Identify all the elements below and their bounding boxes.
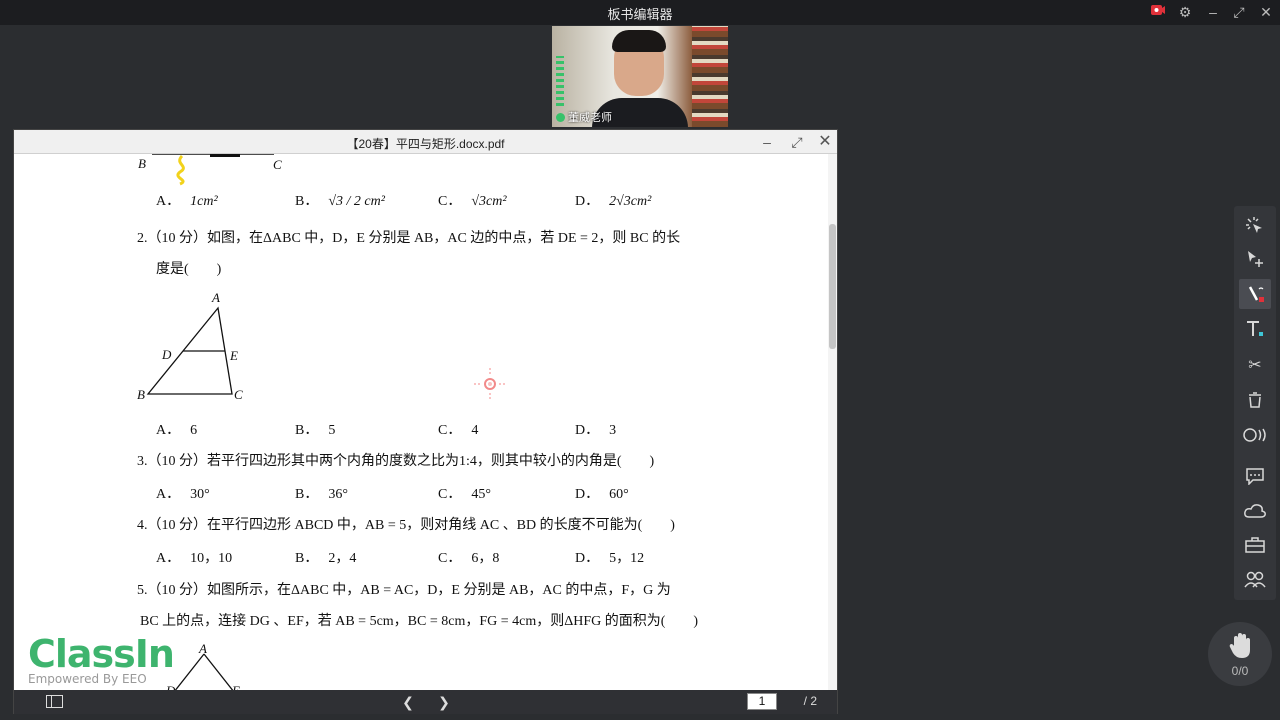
prev-page-icon[interactable]: ❮ xyxy=(398,692,418,712)
q4-option-a: A． 10，10 xyxy=(156,551,233,566)
app-title: 板书编辑器 xyxy=(607,7,673,22)
q2-fig-label-a: A xyxy=(212,290,220,305)
laser-cursor-icon xyxy=(474,368,506,400)
pdf-minimize-icon[interactable]: – xyxy=(758,133,776,151)
pen-icon[interactable] xyxy=(1239,279,1271,309)
settings-gear-icon[interactable]: ⚙ xyxy=(1175,3,1195,21)
record-icon[interactable] xyxy=(1148,3,1168,21)
students-icon[interactable] xyxy=(1239,564,1271,594)
q4-option-b: B． 2，4 xyxy=(295,551,357,566)
next-page-icon[interactable]: ❯ xyxy=(434,692,454,712)
q1-option-c: C． √3cm² xyxy=(438,194,507,209)
select-move-icon[interactable] xyxy=(1239,244,1271,274)
thumbnail-sidebar-icon[interactable] xyxy=(46,695,63,708)
q2-fig-label-e: E xyxy=(230,348,238,363)
hand-raise-count: 0/0 xyxy=(1231,664,1249,678)
q3-text-line1: 3.（10 分）若平行四边形其中两个内角的度数之比为1:4，则其中较小的内角是(… xyxy=(137,454,655,469)
pdf-scroll-thumb[interactable] xyxy=(829,224,836,349)
q1-fig-label-c: C xyxy=(273,157,282,172)
more-icon[interactable] xyxy=(1239,420,1271,450)
hand-icon xyxy=(1229,633,1250,658)
q4-text-line1: 4.（10 分）在平行四边形 ABCD 中，AB = 5，则对角线 AC 、BD… xyxy=(137,518,675,533)
q3-option-c: C． 45° xyxy=(438,487,491,502)
q3-option-d: D． 60° xyxy=(575,487,629,502)
text-icon[interactable] xyxy=(1239,314,1271,344)
q4-option-c: C． 6，8 xyxy=(438,551,500,566)
scissors-icon[interactable]: ✂ xyxy=(1239,350,1271,380)
pdf-viewer-window[interactable]: 【20春】平四与矩形.docx.pdf – ⤢ ✕ B C A． 1cm² B． √… xyxy=(13,129,838,714)
q3-option-a: A． 30° xyxy=(156,487,210,502)
app-titlebar: 板书编辑器 ⚙ – ⤢ ✕ xyxy=(0,0,1280,25)
teacher-name-label: 董威老师 xyxy=(556,109,612,125)
laser-pointer-icon[interactable] xyxy=(1239,211,1271,241)
q5-fig-label-e: E xyxy=(232,683,240,690)
q2-fig-label-c: C xyxy=(234,387,243,402)
q5-text-line1: 5.（10 分）如图所示，在ΔABC 中，AB = AC，D，E 分别是 AB，… xyxy=(137,583,671,598)
q2-option-b: B． 5 xyxy=(295,423,336,438)
q3-option-b: B． 36° xyxy=(295,487,348,502)
q5-text-line2: BC 上的点，连接 DG 、EF，若 AB = 5cm，BC = 8cm，FG … xyxy=(140,614,699,629)
q4-option-d: D． 5，12 xyxy=(575,551,645,566)
q2-text-line1: 2.（10 分）如图，在ΔABC 中，D，E 分别是 AB，AC 边的中点，若 … xyxy=(137,231,681,246)
q1-option-b: B． √3 / 2 cm² xyxy=(295,194,385,209)
trash-icon[interactable] xyxy=(1239,385,1271,415)
brand-name: ClassIn xyxy=(28,632,175,676)
pdf-close-icon[interactable]: ✕ xyxy=(816,133,834,151)
chat-icon[interactable] xyxy=(1239,461,1271,491)
cloud-icon[interactable] xyxy=(1239,496,1271,526)
q1-fig-label-b: B xyxy=(138,156,146,171)
q2-option-d: D． 3 xyxy=(575,423,617,438)
bookshelf xyxy=(692,26,728,127)
pdf-page[interactable]: B C A． 1cm² B． √3 / 2 cm² C． √3cm² D． 2√3cm²… xyxy=(14,154,828,690)
q2-option-a: A． 6 xyxy=(156,423,198,438)
restore-icon[interactable]: ⤢ xyxy=(1229,3,1249,21)
teacher-name: 董威老师 xyxy=(568,112,612,124)
q1-option-d: D． 2√3cm² xyxy=(575,194,652,209)
q2-triangle-figure xyxy=(146,306,233,395)
q5-triangle-figure xyxy=(174,653,234,690)
mic-icon xyxy=(556,112,565,122)
right-toolbar: ✂ xyxy=(1234,206,1276,600)
q1-figure xyxy=(152,154,274,186)
q2-fig-label-d: D xyxy=(162,347,172,362)
teacher-video[interactable]: 董威老师 xyxy=(552,26,728,127)
hand-raise-button[interactable]: 0/0 xyxy=(1208,622,1272,686)
q5-fig-label-a: A xyxy=(199,641,207,656)
q1-option-a: A． 1cm² xyxy=(156,194,218,209)
pdf-maximize-icon[interactable]: ⤢ xyxy=(788,133,806,151)
close-icon[interactable]: ✕ xyxy=(1256,3,1276,21)
q2-text-line2: 度是( ) xyxy=(156,262,222,277)
pdf-titlebar[interactable]: 【20春】平四与矩形.docx.pdf – ⤢ ✕ xyxy=(14,130,837,154)
minimize-icon[interactable]: – xyxy=(1203,3,1223,21)
q2-option-c: C． 4 xyxy=(438,423,479,438)
toolbox-icon[interactable] xyxy=(1239,530,1271,560)
q2-fig-label-b: B xyxy=(137,387,145,402)
pdf-scrollbar[interactable] xyxy=(828,154,837,690)
classin-logo: ClassIn Empowered By EEO xyxy=(28,632,175,686)
page-total: / 2 xyxy=(803,694,817,708)
volume-meter xyxy=(556,56,564,106)
pdf-title: 【20春】平四与矩形.docx.pdf xyxy=(346,137,505,151)
pdf-bottom-bar: ❮ ❯ 1 / 2 xyxy=(14,690,837,714)
page-number-input[interactable]: 1 xyxy=(747,693,777,710)
